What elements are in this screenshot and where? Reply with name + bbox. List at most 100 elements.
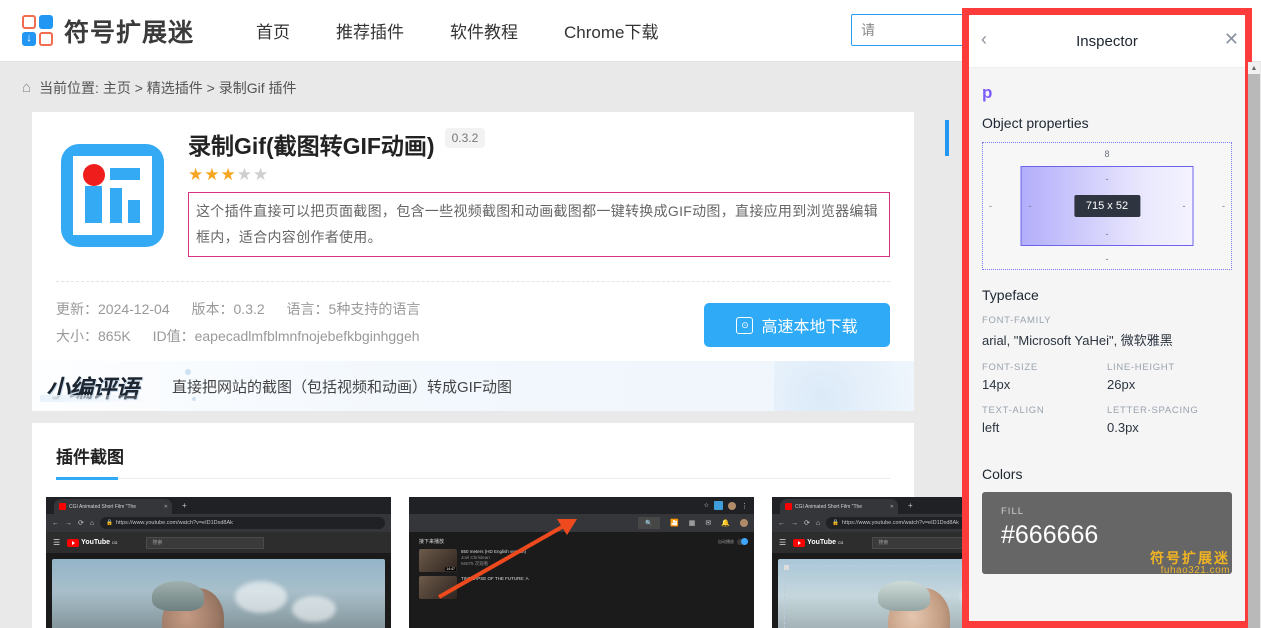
meta-updated: 更新：2024-12-04	[56, 301, 170, 318]
related-video-title-2: TIMELAPSE OF THE FUTURE: A	[461, 576, 529, 581]
nav-item-recommended[interactable]: 推荐插件	[336, 18, 404, 43]
video-duration: 14:47	[445, 567, 456, 571]
logo-square-bottom-right	[39, 31, 53, 46]
youtube-sup-2: CG	[838, 540, 844, 545]
reload-icon-2: ⟳	[804, 520, 810, 527]
fill-color-swatch[interactable]: FILL #666666 符号扩展迷 fuhao321.com	[982, 492, 1232, 574]
youtube-sup: CG	[112, 540, 118, 545]
letter-spacing-label: LETTER-SPACING	[1107, 405, 1199, 416]
back-icon-2: ←	[778, 519, 785, 527]
new-tab-icon: +	[182, 501, 187, 510]
tab-favicon-icon	[59, 503, 66, 510]
scroll-up-arrow-icon[interactable]: ▲	[1248, 62, 1260, 74]
record-dot-icon	[83, 164, 105, 186]
star-filled-1: ★	[188, 165, 205, 185]
nav-item-home[interactable]: 首页	[256, 18, 290, 43]
margin-top-value: 8	[1104, 149, 1110, 159]
font-size-label: FONT-SIZE	[982, 362, 1038, 373]
extension-toolbar-icon	[714, 501, 723, 510]
nav-item-chrome-download[interactable]: Chrome下载	[564, 18, 658, 43]
letter-spacing-value: 0.3px	[1107, 420, 1139, 435]
autoplay-toggle[interactable]	[737, 537, 748, 545]
typeface-title: Typeface	[982, 287, 1039, 303]
page-root: ↓ 符号扩展迷 首页 推荐插件 软件教程 Chrome下载 请 ⌂ 当前位置: …	[0, 0, 1261, 628]
capture-selection-handle[interactable]	[784, 565, 789, 570]
screenshot-thumbnail-2[interactable]: ☆ ⋮ 🔍 🎦 ▦ ✉ 🔔 接下来播放 自动播放 14:47 850 meter…	[409, 497, 754, 628]
margin-bottom-value: -	[1105, 254, 1109, 264]
watermark-line1: 符号扩展迷	[1150, 549, 1230, 566]
editor-comment-banner: 小编评语 直接把网站的截图（包括视频和动画）转成GIF动图	[32, 361, 914, 411]
reload-icon: ⟳	[78, 520, 84, 527]
related-video-thumbnail-2	[419, 576, 457, 599]
element-size-label: 715 x 52	[1073, 195, 1141, 217]
line-height-label: LINE-HEIGHT	[1107, 362, 1175, 373]
page-scrollbar-track[interactable]	[1248, 62, 1260, 628]
hamburger-menu-icon-2: ☰	[779, 538, 787, 547]
browser-url-text-2: https://www.youtube.com/watch?v=eID1Dxd8…	[841, 520, 959, 526]
browser-menu-icon: ⋮	[741, 502, 748, 510]
related-video-thumbnail: 14:47	[419, 549, 457, 572]
youtube-logo-icon: YouTube CG	[67, 538, 118, 547]
search-input[interactable]: 请	[851, 14, 971, 46]
star-filled-3: ★	[220, 165, 237, 185]
logo-icon: ↓	[22, 14, 56, 48]
video-player	[52, 559, 385, 628]
site-logo[interactable]: ↓ 符号扩展迷	[22, 13, 194, 49]
tab-favicon-icon-2	[785, 503, 792, 510]
autoplay-control: 自动播放	[718, 537, 748, 545]
box-model-diagram: 8 - - - - - - - 715 x 52	[982, 142, 1232, 270]
lock-icon: 🔒	[106, 520, 113, 526]
download-button-label: 高速本地下载	[761, 319, 858, 337]
related-video-item-1: 14:47 850 meters (HD English version) Jo…	[419, 549, 748, 572]
related-video-item-2: TIMELAPSE OF THE FUTURE: A	[419, 576, 748, 599]
extension-title: 录制Gif(截图转GIF动画)	[188, 133, 435, 159]
inspector-title: Inspector	[1076, 32, 1138, 50]
home-icon-browser: ⌂	[89, 519, 95, 527]
font-family-label: FONT-FAMILY	[982, 315, 1052, 326]
download-button[interactable]: ⊙ 高速本地下载	[704, 303, 890, 348]
meta-id: ID值：eapecadlmfblmnfnojebefkbginhggeh	[152, 328, 420, 345]
browser-tab-title: CGI Animated Short Film "The	[69, 503, 137, 510]
padding-right-value: -	[1182, 201, 1186, 211]
nav-item-tutorials[interactable]: 软件教程	[450, 18, 518, 43]
text-align-value: left	[982, 420, 1000, 435]
fill-hex-value: #666666	[1001, 521, 1099, 549]
colors-title: Colors	[982, 466, 1023, 482]
line-height-value: 26px	[1107, 377, 1136, 392]
inspector-body: p Object properties 8 - - - - - - - 715 …	[969, 68, 1245, 621]
profile-avatar	[728, 501, 736, 510]
screenshot-list: CGI Animated Short Film "The ✕ + ← → ⟳ ⌂…	[32, 479, 1117, 628]
meta-language: 语言：5种支持的语言	[286, 301, 421, 318]
selected-tag-name: p	[982, 83, 993, 102]
fill-label: FILL	[1001, 506, 1025, 517]
youtube-wordmark: YouTube	[81, 539, 111, 546]
forward-icon: →	[65, 519, 72, 527]
browser-tab-2: CGI Animated Short Film "The ✕	[780, 499, 898, 514]
screenshots-section: 插件截图 CGI Animated Short Film "The ✕ + ← …	[32, 423, 1117, 628]
screenshot-thumbnail-1[interactable]: CGI Animated Short Film "The ✕ + ← → ⟳ ⌂…	[46, 497, 391, 628]
logo-square-bottom-left-download-icon: ↓	[22, 31, 36, 46]
home-icon[interactable]: ⌂	[22, 79, 31, 96]
create-video-icon: 🎦	[670, 520, 679, 527]
font-family-value: arial, "Microsoft YaHei", 微软雅黑	[982, 333, 1173, 348]
logo-square-top-right	[39, 14, 53, 29]
notifications-bell-icon: 🔔	[721, 520, 730, 527]
margin-left-value: -	[989, 201, 992, 211]
extension-card: 录制Gif(截图转GIF动画) 0.3.2 ★★★★★ 这个插件直接可以把页面截…	[32, 112, 914, 371]
box-model-content-box: - - - - 715 x 52	[1020, 166, 1194, 246]
back-chevron-icon[interactable]: ‹	[981, 29, 987, 50]
bubble-decor-2	[185, 369, 191, 375]
messages-icon: ✉	[705, 520, 712, 527]
logo-text: 符号扩展迷	[64, 18, 195, 47]
close-icon[interactable]: ✕	[1224, 29, 1239, 50]
padding-top-value: -	[1105, 174, 1109, 184]
extension-icon	[61, 144, 164, 247]
lock-icon-2: 🔒	[832, 520, 839, 526]
browser-tab-title-2: CGI Animated Short Film "The	[795, 503, 863, 510]
apps-grid-icon: ▦	[688, 520, 696, 527]
inspector-header: ‹ Inspector ✕	[969, 15, 1245, 68]
youtube-search-input: 搜索	[146, 536, 265, 549]
browser-tab: CGI Animated Short Film "The ✕	[54, 499, 172, 514]
up-next-label: 接下来播放	[419, 539, 445, 545]
bookmark-star-icon: ☆	[703, 503, 709, 509]
